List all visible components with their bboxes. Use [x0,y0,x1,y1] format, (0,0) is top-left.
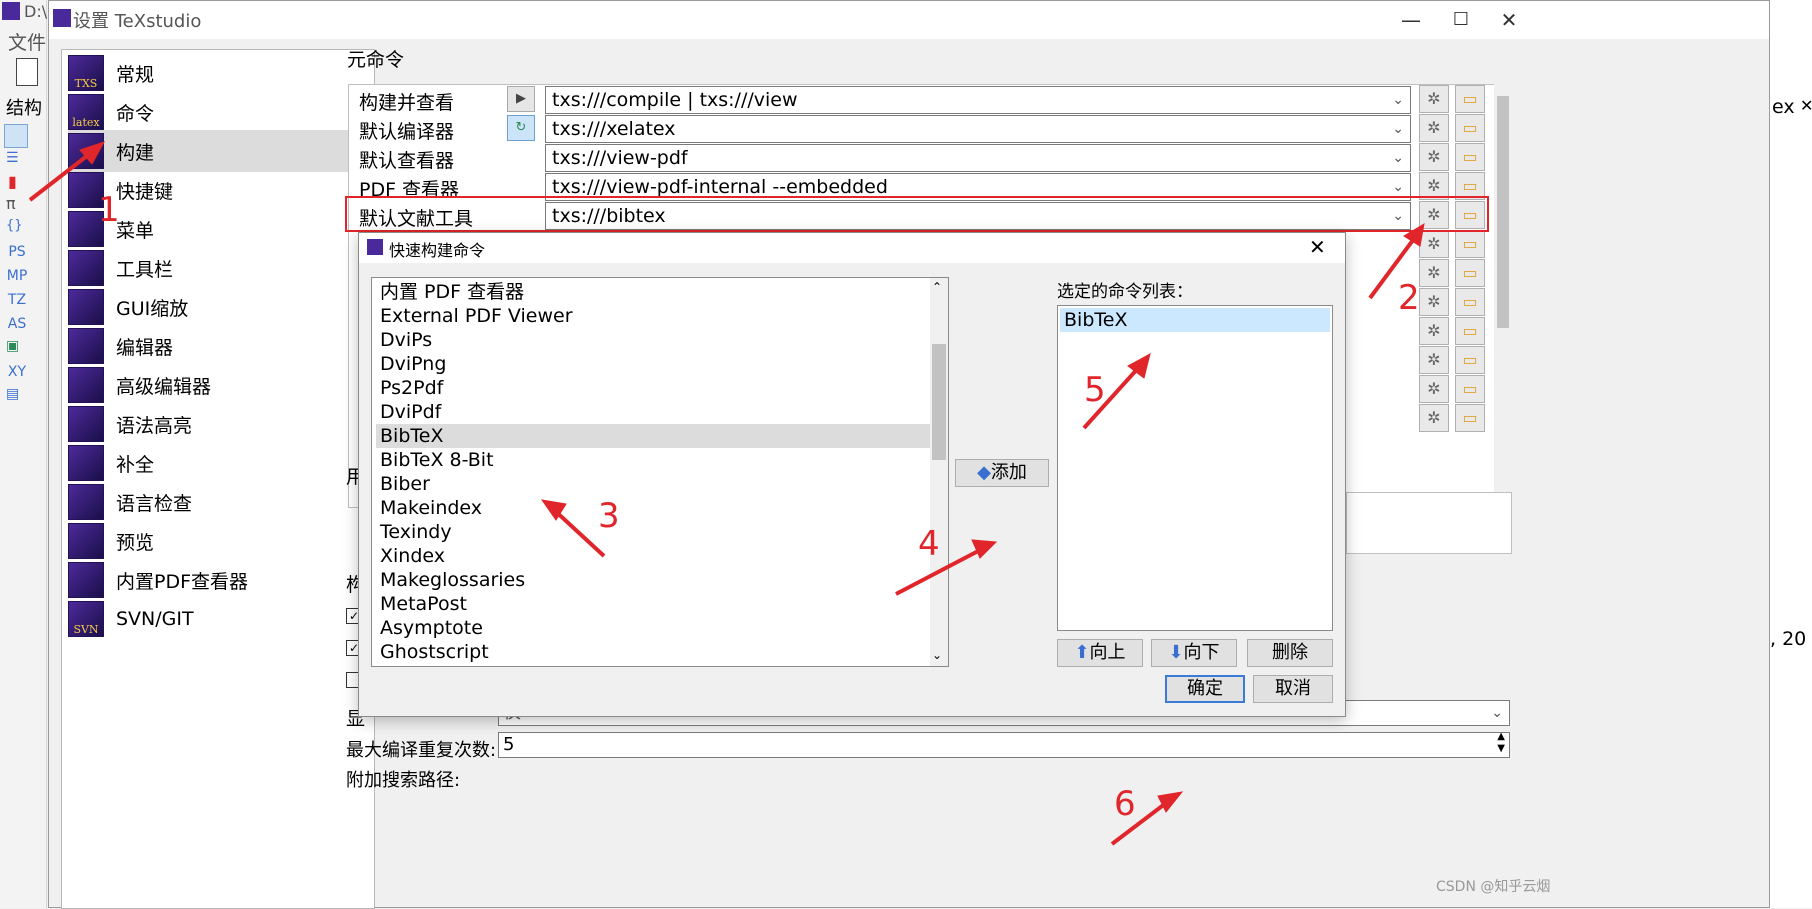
annotation-arrowhead-2 [1403,223,1425,247]
annotation-number-4: 4 [918,524,940,564]
annotation-arrow-4 [895,546,985,596]
annotation-number-2: 2 [1398,278,1420,318]
annotation-arrow-3 [550,506,606,558]
annotation-arrowhead-4 [971,539,998,559]
annotation-arrowhead-6 [1157,791,1184,813]
annotation-arrow-1 [28,150,94,202]
annotation-number-1: 1 [98,190,120,230]
watermark: CSDN @知乎云烟 [1436,879,1551,895]
annotation-arrows [28,141,1425,846]
annotation-number-6: 6 [1114,784,1136,824]
annotation-number-5: 5 [1084,370,1106,410]
annotation-number-3: 3 [598,496,620,536]
